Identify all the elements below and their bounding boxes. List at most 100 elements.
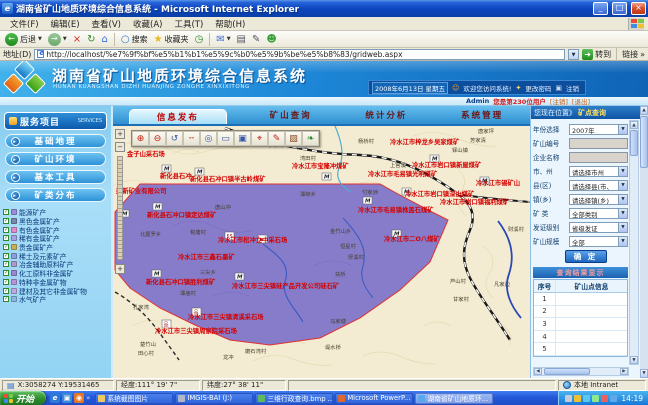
mine-label[interactable]: 新化县石冲口镇胜利煤矿 bbox=[146, 277, 216, 286]
mine-label[interactable]: 冷水江市二O八煤矿 bbox=[384, 234, 440, 243]
mine-label[interactable]: 金子山采石场 bbox=[126, 149, 165, 158]
field-select-5[interactable]: 请选择镇(乡)▼ bbox=[569, 194, 628, 205]
ie-quicklaunch-icon[interactable]: e bbox=[50, 393, 60, 403]
layer-checkbox[interactable]: ✓ bbox=[3, 253, 9, 259]
tab-1[interactable]: 矿山查询 bbox=[243, 106, 339, 124]
maximize-button[interactable]: □ bbox=[612, 2, 627, 15]
antivirus-icon[interactable] bbox=[601, 395, 608, 402]
mine-label[interactable]: 冷水江市宝隆冲煤矿 bbox=[292, 161, 349, 170]
layer-checkbox[interactable]: ✓ bbox=[3, 209, 9, 215]
mine-marker[interactable]: M bbox=[195, 168, 204, 176]
address-dropdown-icon[interactable]: ▼ bbox=[568, 49, 579, 60]
layer-checkbox[interactable]: ✓ bbox=[3, 244, 9, 250]
menu-item-1[interactable]: 编辑(E) bbox=[45, 18, 86, 30]
identify-tool[interactable]: ⌖ bbox=[251, 131, 268, 146]
mine-marker[interactable]: M bbox=[322, 173, 331, 181]
layer-item-7[interactable]: ✓化工原料非金属矿 bbox=[3, 269, 108, 278]
edit-button[interactable]: ✎ bbox=[250, 32, 262, 47]
home-button[interactable]: ⌂ bbox=[100, 32, 110, 47]
mine-label[interactable]: 冷水江市三尖镇清溪采石场 bbox=[188, 312, 264, 321]
stop-button[interactable]: × bbox=[71, 32, 83, 47]
mine-label[interactable]: 新化县石冲 bbox=[160, 171, 191, 180]
table-row[interactable]: 4 bbox=[534, 331, 627, 344]
zoom-in-tool[interactable]: ⊕ bbox=[132, 131, 149, 146]
select-rect-tool[interactable]: ▣ bbox=[234, 131, 251, 146]
layer-checkbox[interactable]: ✓ bbox=[3, 235, 9, 241]
forward-button[interactable]: →▼ bbox=[46, 32, 69, 47]
mine-label[interactable]: 冷水江市岩口镇深山煤矿 bbox=[405, 189, 475, 198]
close-button[interactable]: × bbox=[631, 2, 646, 15]
favorites-button[interactable]: ★收藏夹 bbox=[152, 32, 191, 47]
links-menu[interactable]: 链接 » bbox=[622, 49, 645, 60]
panel-horizontal-scrollbar[interactable]: ◀ ▶ bbox=[533, 367, 629, 376]
address-input[interactable]: http://localhost/%e7%9f%bf%e5%b1%b1%e5%9… bbox=[34, 49, 565, 60]
zoom-out-tool[interactable]: ⊖ bbox=[149, 131, 166, 146]
field-input-2[interactable] bbox=[569, 152, 628, 163]
mine-label[interactable]: 新化县石冲口镇半古岭煤矿 bbox=[190, 174, 266, 183]
mine-label[interactable]: 冷水江市松冲立中采石场 bbox=[218, 235, 288, 244]
zoom-window-tool[interactable]: ▭ bbox=[217, 131, 234, 146]
mine-marker[interactable]: M bbox=[363, 197, 372, 205]
quicklaunch-chevron-icon[interactable]: » bbox=[86, 394, 90, 402]
table-row[interactable]: 2 bbox=[534, 306, 627, 319]
logout-bracket-link[interactable]: [注销] bbox=[550, 96, 568, 106]
field-select-0[interactable]: 2007年▼ bbox=[569, 124, 628, 135]
logout-link[interactable]: 注销 bbox=[566, 83, 579, 93]
scroll-up-icon[interactable]: ▲ bbox=[630, 121, 638, 129]
draw-redline-tool[interactable]: ✎ bbox=[268, 131, 285, 146]
submit-button[interactable]: 确 定 bbox=[565, 250, 607, 263]
mine-label[interactable]: 冷水江市三鑫石墨矿 bbox=[178, 252, 235, 261]
mine-label[interactable]: 冷水江市岩口镇新屋煤矿 bbox=[412, 160, 482, 169]
scroll-left-icon[interactable]: ◀ bbox=[534, 368, 542, 375]
mine-marker[interactable]: M bbox=[152, 270, 161, 278]
mine-label[interactable]: 冷水江市毛易镇株盖石煤矿 bbox=[358, 205, 434, 214]
task-button-1[interactable]: IMGIS-BAI (J:) bbox=[175, 393, 253, 404]
mine-label[interactable]: 冷水江市三尖镇硅产品开发公司硅石矿 bbox=[232, 281, 340, 290]
map-zoom-out-button[interactable]: − bbox=[115, 142, 125, 152]
mine-label[interactable]: 冷水江市毛易镇光明煤矿 bbox=[368, 169, 438, 178]
menu-item-2[interactable]: 查看(V) bbox=[86, 18, 127, 30]
tab-0[interactable]: 信息发布 bbox=[129, 109, 227, 124]
messenger-button[interactable]: ☻ bbox=[264, 32, 278, 47]
menu-item-4[interactable]: 工具(T) bbox=[168, 18, 209, 30]
layer-item-9[interactable]: ✓建材及其它非金属矿物 bbox=[3, 286, 108, 295]
show-desktop-icon[interactable]: ▣ bbox=[62, 393, 72, 403]
scroll-right-icon[interactable]: ▶ bbox=[620, 368, 628, 375]
field-select-3[interactable]: 请选择市州▼ bbox=[569, 166, 628, 177]
layer-checkbox[interactable]: ✓ bbox=[3, 227, 9, 233]
table-row[interactable]: 1 bbox=[534, 293, 627, 306]
layer-checkbox[interactable]: ✓ bbox=[3, 296, 9, 302]
start-button[interactable]: 开始 bbox=[0, 391, 46, 405]
mine-marker[interactable]: M bbox=[235, 273, 244, 281]
table-row[interactable]: 5 bbox=[534, 343, 627, 356]
map-zoom-slider[interactable] bbox=[117, 156, 123, 260]
hscroll-thumb[interactable] bbox=[544, 368, 590, 375]
sidebar-accordion-3[interactable]: ▸矿类分布 bbox=[5, 188, 106, 202]
mine-label[interactable]: 冷水江市岩口镇福利煤矿 bbox=[440, 197, 510, 206]
layer-item-2[interactable]: ✓有色金属矿产 bbox=[3, 225, 108, 234]
layer-item-6[interactable]: ✓冶金辅助原料矿产 bbox=[3, 260, 108, 269]
eraser-tool[interactable]: ▨ bbox=[285, 131, 302, 146]
layer-checkbox[interactable]: ✓ bbox=[3, 288, 9, 294]
layer-item-1[interactable]: ✓黑色金属矿产 bbox=[3, 217, 108, 226]
task-button-0[interactable]: 系统截图图片 bbox=[95, 393, 173, 404]
measure-tool[interactable]: ╌ bbox=[183, 131, 200, 146]
layer-item-4[interactable]: ✓贵金属矿产 bbox=[3, 243, 108, 252]
layer-item-3[interactable]: ✓稀有金属矿产 bbox=[3, 234, 108, 243]
mine-label[interactable]: 新化县石冲口镇定达煤矿 bbox=[147, 210, 217, 219]
layer-item-8[interactable]: ✓特种非金属矿物 bbox=[3, 278, 108, 287]
layer-item-5[interactable]: ✓稀土及元素矿产 bbox=[3, 251, 108, 260]
print-button[interactable]: ▤ bbox=[235, 32, 248, 47]
browser-scroll-down-icon[interactable]: ▼ bbox=[640, 369, 648, 378]
special-marker[interactable]: 品 bbox=[162, 320, 171, 328]
mine-label[interactable]: 冷水江市梓龙乡吴家煤矿 bbox=[390, 137, 460, 146]
map-pan-button[interactable]: + bbox=[115, 264, 125, 274]
change-password-link[interactable]: 更改密码 bbox=[525, 83, 551, 93]
history-button[interactable]: ◷ bbox=[193, 32, 206, 47]
scroll-thumb[interactable] bbox=[630, 130, 638, 156]
browser-scroll-thumb[interactable] bbox=[640, 116, 648, 168]
field-select-8[interactable]: 全部▼ bbox=[569, 236, 628, 247]
full-extent-tool[interactable]: ◎ bbox=[200, 131, 217, 146]
search-button[interactable]: ○搜索 bbox=[119, 32, 150, 47]
task-button-3[interactable]: Microsoft PowerP... bbox=[335, 393, 413, 404]
